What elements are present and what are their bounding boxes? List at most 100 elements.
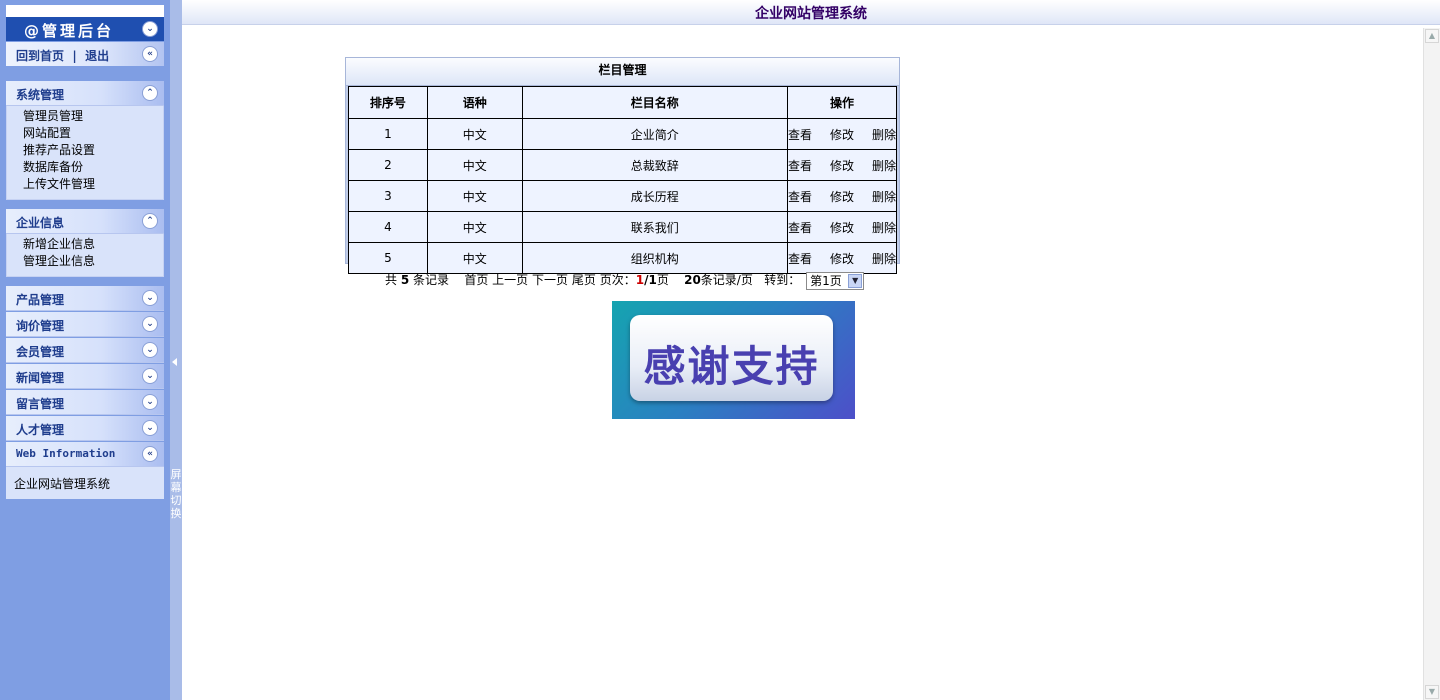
cell-language: 中文 xyxy=(426,118,523,150)
section-inquiry-title: 询价管理 xyxy=(16,319,65,333)
table-row: 2 中文 总裁致辞 查看 修改 删除 xyxy=(348,149,898,181)
cell-language: 中文 xyxy=(426,149,523,181)
top-banner: 企业网站管理系统 xyxy=(182,0,1440,25)
column-table: 排序号 语种 栏目名称 操作 1 中文 企业简介 查看 修改 删除 2 中文 总裁致辞 查看 修改删… xyxy=(348,86,898,274)
section-company-header[interactable]: 企业信息 ⌃ xyxy=(6,209,164,234)
delete-link[interactable]: 删除 xyxy=(872,188,896,205)
cell-column-name: 总裁致辞 xyxy=(521,149,788,181)
sidebar-item-manage-company-info[interactable]: 管理企业信息 xyxy=(23,253,163,270)
home-logout-bar: 回到首页 | 退出 « xyxy=(6,42,164,66)
collapse-left-icon[interactable]: « xyxy=(142,46,158,62)
sidebar-item-recommend-products[interactable]: 推荐产品设置 xyxy=(23,142,163,159)
header-actions: 操作 xyxy=(786,86,898,119)
goto-page-select[interactable]: 第1页 ▼ xyxy=(806,271,865,290)
chevron-down-icon[interactable]: ⌄ xyxy=(142,420,158,436)
sidebar-item-db-backup[interactable]: 数据库备份 xyxy=(23,159,163,176)
cell-language: 中文 xyxy=(426,180,523,212)
delete-link[interactable]: 删除 xyxy=(872,126,896,143)
first-page-link[interactable]: 首页 xyxy=(464,273,488,287)
delete-link[interactable]: 删除 xyxy=(872,219,896,236)
edit-link[interactable]: 修改 xyxy=(830,188,854,205)
goto-label: 转到： xyxy=(764,273,801,287)
section-message: 留言管理 ⌄ xyxy=(6,390,164,415)
collapse-all-icon[interactable]: ⌄ xyxy=(142,21,158,37)
cell-column-name: 企业简介 xyxy=(521,118,788,150)
section-system-title: 系统管理 xyxy=(16,88,65,102)
last-page-link[interactable]: 尾页 xyxy=(572,273,596,287)
pagination: 共 5 条记录 首页 上一页 下一页 尾页 页次：1/1页 20条记录/页 转到… xyxy=(385,270,865,290)
cell-sort-no: 3 xyxy=(348,180,428,212)
chevron-down-icon[interactable]: ⌄ xyxy=(142,342,158,358)
chevron-down-icon[interactable]: ⌄ xyxy=(142,290,158,306)
header-column-name: 栏目名称 xyxy=(521,86,788,119)
collapse-left-icon[interactable]: « xyxy=(142,446,158,462)
section-news: 新闻管理 ⌄ xyxy=(6,364,164,389)
section-news-header[interactable]: 新闻管理 ⌄ xyxy=(6,364,164,389)
section-talent-title: 人才管理 xyxy=(16,423,65,437)
section-product-header[interactable]: 产品管理 ⌄ xyxy=(6,286,164,311)
vertical-scrollbar[interactable]: ▲ ▼ xyxy=(1423,28,1440,700)
column-management-panel: 栏目管理 排序号 语种 栏目名称 操作 1 中文 企业简介 查看 修改 删除 2 中文 总裁致辞… xyxy=(345,57,900,274)
home-link[interactable]: 回到首页 xyxy=(16,49,64,63)
scroll-down-icon[interactable]: ▼ xyxy=(1425,685,1439,699)
view-link[interactable]: 查看 xyxy=(788,188,812,205)
section-company-items: 新增企业信息 管理企业信息 xyxy=(6,234,164,277)
delete-link[interactable]: 删除 xyxy=(872,250,896,267)
edit-link[interactable]: 修改 xyxy=(830,250,854,267)
chevron-down-icon[interactable]: ⌄ xyxy=(142,316,158,332)
edit-link[interactable]: 修改 xyxy=(830,219,854,236)
edit-link[interactable]: 修改 xyxy=(830,157,854,174)
per-page-count: 20 xyxy=(684,273,701,287)
prev-page-link[interactable]: 上一页 xyxy=(492,273,528,287)
section-inquiry-header[interactable]: 询价管理 ⌄ xyxy=(6,312,164,337)
total-suffix: 条记录 xyxy=(413,273,450,287)
logout-link[interactable]: 退出 xyxy=(85,49,109,63)
chevron-up-icon[interactable]: ⌃ xyxy=(142,85,158,101)
section-product-title: 产品管理 xyxy=(16,293,65,307)
sidebar-item-upload-files[interactable]: 上传文件管理 xyxy=(23,176,163,193)
chevron-down-icon[interactable]: ⌄ xyxy=(142,394,158,410)
chevron-up-icon[interactable]: ⌃ xyxy=(142,213,158,229)
section-system-header[interactable]: 系统管理 ⌃ xyxy=(6,81,164,106)
web-info-text: 企业网站管理系统 xyxy=(6,467,164,499)
section-web-info-header[interactable]: Web Information « xyxy=(6,442,164,467)
section-talent-header[interactable]: 人才管理 ⌄ xyxy=(6,416,164,441)
cell-actions: 查看 修改 删除 xyxy=(786,211,898,243)
per-page-suffix: 条记录/页 xyxy=(700,273,753,287)
view-link[interactable]: 查看 xyxy=(788,219,812,236)
arrow-left-icon[interactable] xyxy=(172,358,177,366)
total-pages: 1 xyxy=(648,273,657,287)
cell-actions: 查看 修改 删除 xyxy=(786,180,898,212)
section-company-title: 企业信息 xyxy=(16,216,65,230)
dropdown-arrow-icon[interactable]: ▼ xyxy=(848,273,863,288)
section-member-header[interactable]: 会员管理 ⌄ xyxy=(6,338,164,363)
sidebar-item-admin-manage[interactable]: 管理员管理 xyxy=(23,108,163,125)
view-link[interactable]: 查看 xyxy=(788,157,812,174)
goto-page-value: 第1页 xyxy=(810,273,842,288)
section-message-header[interactable]: 留言管理 ⌄ xyxy=(6,390,164,415)
scroll-up-icon[interactable]: ▲ xyxy=(1425,29,1439,43)
link-separator: | xyxy=(72,49,77,63)
section-member: 会员管理 ⌄ xyxy=(6,338,164,363)
delete-link[interactable]: 删除 xyxy=(872,157,896,174)
section-system: 系统管理 ⌃ 管理员管理 网站配置 推荐产品设置 数据库备份 上传文件管理 xyxy=(6,81,164,200)
sidebar-item-site-config[interactable]: 网站配置 xyxy=(23,125,163,142)
view-link[interactable]: 查看 xyxy=(788,250,812,267)
thanks-button-shape: 感谢支持 xyxy=(630,315,833,401)
sidebar-item-add-company-info[interactable]: 新增企业信息 xyxy=(23,236,163,253)
screen-switch-label[interactable]: 屏幕切换 xyxy=(170,468,182,520)
page-label: 页次： xyxy=(599,273,636,287)
view-link[interactable]: 查看 xyxy=(788,126,812,143)
thanks-text: 感谢支持 xyxy=(643,342,820,391)
edit-link[interactable]: 修改 xyxy=(830,126,854,143)
chevron-down-icon[interactable]: ⌄ xyxy=(142,368,158,384)
section-web-info-title: Web Information xyxy=(16,447,116,460)
cell-sort-no: 2 xyxy=(348,149,428,181)
section-company: 企业信息 ⌃ 新增企业信息 管理企业信息 xyxy=(6,209,164,277)
sidebar-top-strip xyxy=(6,5,164,17)
screen-switch-splitter[interactable]: 屏幕切换 xyxy=(170,0,182,700)
section-news-title: 新闻管理 xyxy=(16,371,65,385)
table-row: 3 中文 成长历程 查看 修改 删除 xyxy=(348,180,898,212)
next-page-link[interactable]: 下一页 xyxy=(532,273,568,287)
header-sort-no: 排序号 xyxy=(348,86,428,119)
